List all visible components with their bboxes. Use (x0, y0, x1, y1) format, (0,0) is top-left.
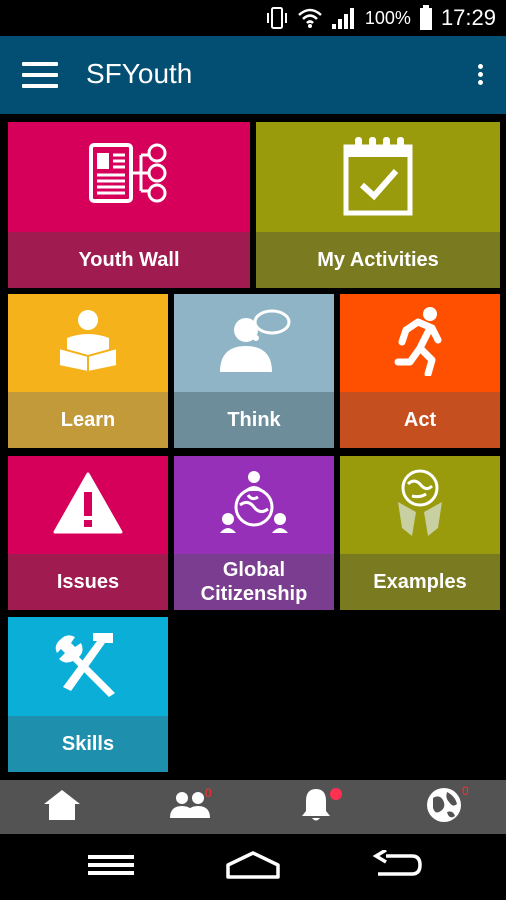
tile-label: Act (340, 392, 500, 448)
nav-world[interactable]: 0 (404, 780, 484, 834)
thinking-person-icon (216, 308, 292, 379)
tile-label: My Activities (256, 232, 500, 288)
home-icon (42, 788, 82, 827)
nav-notifications[interactable] (276, 780, 356, 834)
calendar-check-icon (338, 133, 418, 222)
system-navigation-bar (0, 834, 506, 900)
back-icon (372, 847, 422, 885)
system-back-button[interactable] (352, 834, 442, 900)
app-bar: SFYouth (0, 36, 506, 114)
menu-icon[interactable] (22, 62, 58, 88)
reading-person-icon (53, 308, 123, 379)
world-badge: 0 (462, 784, 469, 798)
tile-youth-wall[interactable]: Youth Wall (8, 122, 250, 288)
system-home-button[interactable] (208, 834, 298, 900)
tile-label: Think (174, 392, 334, 448)
nav-home[interactable] (22, 780, 102, 834)
running-person-icon (392, 306, 448, 381)
battery-icon (419, 5, 433, 31)
tile-skills[interactable]: Skills (8, 617, 168, 772)
globe-hands-icon (392, 468, 448, 543)
nav-people[interactable]: 0 (150, 780, 230, 834)
app-title: SFYouth (86, 58, 193, 89)
warning-icon (53, 472, 123, 539)
bottom-navigation: 0 0 (0, 780, 506, 834)
tile-label: Youth Wall (8, 232, 250, 288)
status-bar: 100% 17:29 (0, 0, 506, 36)
bell-icon (301, 787, 331, 828)
globe-people-icon (218, 469, 290, 542)
tile-global-citizenship[interactable]: Global Citizenship (174, 456, 334, 610)
battery-percent: 100% (364, 7, 411, 28)
clock: 17:29 (440, 5, 496, 30)
recent-apps-button[interactable] (66, 834, 156, 900)
recent-apps-icon (88, 853, 134, 882)
tile-label: Learn (8, 392, 168, 448)
tile-issues[interactable]: Issues (8, 456, 168, 610)
globe-icon (425, 786, 463, 829)
overflow-menu-icon[interactable] (476, 62, 484, 88)
tile-label: Examples (340, 554, 500, 610)
tile-learn[interactable]: Learn (8, 294, 168, 448)
tile-label: Issues (8, 554, 168, 610)
tile-act[interactable]: Act (340, 294, 500, 448)
tile-my-activities[interactable]: My Activities (256, 122, 500, 288)
tile-label: Global Citizenship (174, 554, 334, 610)
tile-think[interactable]: Think (174, 294, 334, 448)
people-badge: 0 (205, 786, 212, 800)
notification-dot (330, 788, 342, 800)
home-outline-icon (226, 850, 280, 884)
tile-examples[interactable]: Examples (340, 456, 500, 610)
signal-icon (331, 6, 357, 30)
news-network-icon (87, 135, 171, 220)
tile-label: Skills (8, 716, 168, 772)
tools-icon (53, 629, 123, 704)
vibrate-icon (265, 5, 289, 31)
wifi-icon (297, 7, 323, 29)
